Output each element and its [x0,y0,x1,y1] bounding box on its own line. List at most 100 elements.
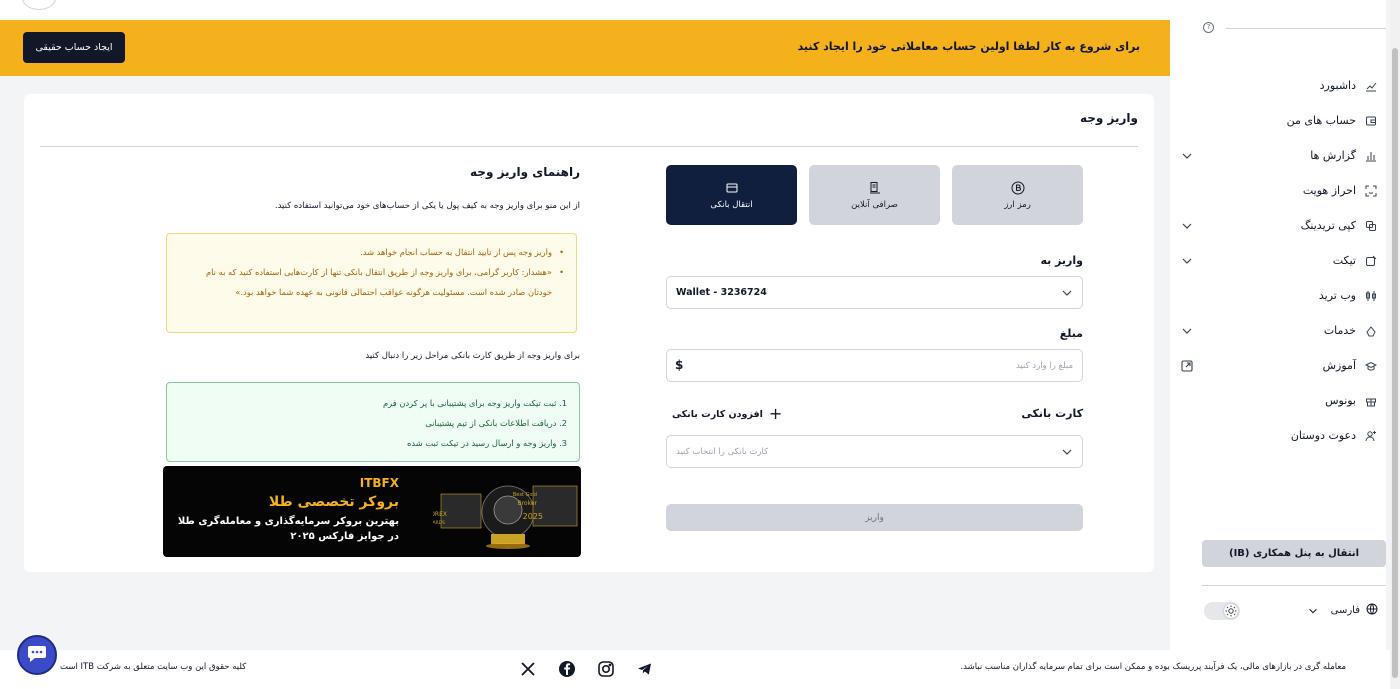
divider [1226,28,1386,29]
warning-box: واریز وجه پس از تایید انتقال به حساب انج… [166,233,577,333]
deposit-to-value: Wallet - 3236724 [676,287,767,298]
ib-panel-button[interactable]: انتقال به پنل همکاری (IB) [1202,540,1386,567]
sidebar-item-education[interactable]: آموزش [1170,348,1386,383]
add-bank-card-button[interactable]: + افزودن کارت بانکی [672,406,782,422]
x-icon[interactable] [519,660,537,678]
chevron-down-icon[interactable] [1180,149,1194,163]
footer-copyright: کلیه حقوق این وب سایت متعلق به شرکت ITB … [60,662,247,672]
promo-banner[interactable]: ITBFX بروکر تخصصی طلا بهترین بروکر سرمای… [163,466,581,557]
warning-item: واریز وجه پس از تایید انتقال به حساب انج… [181,242,564,262]
globe-icon [1366,603,1378,618]
add-bank-card-label: افزودن کارت بانکی [672,408,763,420]
chevron-down-icon [1060,286,1074,300]
chevron-down-icon [1307,605,1319,617]
avatar[interactable] [22,0,56,10]
bitcoin-icon [1011,181,1025,195]
sidebar-item-invite-friends[interactable]: دعوت دوستان [1170,418,1386,453]
sidebar-item-my-accounts[interactable]: حساب های من [1170,103,1386,138]
sidebar-item-services[interactable]: خدمات [1170,313,1386,348]
chevron-down-icon[interactable] [1180,254,1194,268]
dashboard-icon [1364,79,1378,93]
steps-intro: برای واریز وجه از طریق کارت بانکی مراحل … [365,351,580,361]
web-trade-icon [1364,289,1378,303]
footer: معامله گری در بازارهای مالی، یک فرآیند پ… [0,650,1390,689]
language-selector[interactable]: فارسی [1307,603,1378,618]
svg-text:Best Gold: Best Gold [513,492,537,498]
chat-support-button[interactable] [17,635,57,675]
banner-message: برای شروع به کار لطفا اولین حساب معاملات… [797,40,1140,53]
sidebar-item-label: گزارش ها [1310,149,1356,162]
services-icon [1364,324,1378,338]
page-title: واریز وجه [1079,111,1138,125]
sidebar-nav: داشبورد حساب های من گزارش ها احراز هویت … [1170,68,1386,453]
promo-brand: ITBFX [359,476,399,490]
method-tab-bank-transfer[interactable]: انتقال بانکی [666,165,797,225]
deposit-submit-button[interactable]: واریز [666,504,1083,531]
sidebar-item-dashboard[interactable]: داشبورد [1170,68,1386,103]
steps-box: 1. ثبت تیکت واریز وجه برای پشتیبانی با پ… [166,382,580,462]
logo [1246,0,1316,4]
step-item: 2. دریافت اطلاعات بانکی از تیم پشتیبانی [425,418,567,428]
sidebar-item-reports[interactable]: گزارش ها [1170,138,1386,173]
sidebar-item-web-trade[interactable]: وب ترید [1170,278,1386,313]
language-label: فارسی [1330,605,1360,616]
footer-disclaimer: معامله گری در بازارهای مالی، یک فرآیند پ… [960,662,1346,672]
theme-toggle[interactable] [1204,602,1240,620]
help-icon[interactable]: ? [1203,22,1214,33]
facebook-icon[interactable] [558,660,576,678]
scrollbar-thumb[interactable] [1392,48,1398,678]
bank-card-select[interactable]: کارت بانکی را انتخاب کنید [666,435,1083,468]
sidebar-item-ticket[interactable]: تیکت [1170,243,1386,278]
sidebar-item-copy-trading[interactable]: کپی تریدینگ [1170,208,1386,243]
sidebar-item-label: احراز هویت [1302,184,1356,197]
divider [1202,585,1386,586]
svg-text:2025: 2025 [523,512,543,521]
chevron-down-icon[interactable] [1180,219,1194,233]
telegram-icon[interactable] [636,660,654,678]
sidebar-item-label: خدمات [1323,324,1356,337]
warning-item: «هشدار: کاربر گرامی، برای واریز وجه از ط… [181,262,564,302]
step-item: 3. واریز وجه و ارسال رسید در تیکت ثبت شد… [407,438,567,448]
method-tab-crypto[interactable]: رمز ارز [952,165,1083,225]
deposit-to-select[interactable]: Wallet - 3236724 [666,276,1083,309]
external-link-icon[interactable] [1180,359,1194,373]
promo-line: بهترین بروکر سرمایه‌گذاری و معامله‌گری ط… [177,516,399,527]
sidebar-item-label: حساب های من [1286,114,1356,127]
plus-icon: + [768,404,783,423]
deposit-card: واریز وجه رمز ارز صرافی آنلاین انتقال با… [24,94,1154,572]
chevron-down-icon[interactable] [1180,324,1194,338]
chevron-down-icon [1060,445,1074,459]
amount-placeholder: مبلغ را وارد کنید [1015,361,1073,371]
face-scan-icon [1364,184,1378,198]
sidebar-item-label: کپی تریدینگ [1300,219,1356,232]
method-tab-online-exchange[interactable]: صرافی آنلاین [809,165,940,225]
divider [40,146,1138,147]
method-tab-label: انتقال بانکی [710,199,753,210]
wallet-icon [1364,114,1378,128]
card-icon [725,181,739,195]
sidebar-item-label: دعوت دوستان [1290,429,1356,442]
top-strip [0,0,1170,20]
sidebar-item-kyc[interactable]: احراز هویت [1170,173,1386,208]
method-tab-label: رمز ارز [1004,199,1031,210]
create-real-account-button[interactable]: ایجاد حساب حقیقی [23,32,125,63]
bank-card-placeholder: کارت بانکی را انتخاب کنید [676,447,769,457]
promo-line: در جوایز فارکس ۲۰۲۵ [290,531,399,542]
gift-icon [1364,394,1378,408]
graduation-icon [1364,359,1378,373]
amount-input[interactable]: مبلغ را وارد کنید $ [666,349,1083,382]
currency-symbol: $ [675,358,684,372]
sun-icon [1225,605,1237,617]
user-plus-icon [1364,429,1378,443]
deposit-to-label: واریز به [1040,254,1083,267]
ticket-icon [1364,254,1378,268]
sidebar-item-bonus[interactable]: بونوس [1170,383,1386,418]
scrollbar[interactable] [1390,0,1400,689]
bar-chart-icon [1364,149,1378,163]
amount-label: مبلغ [1059,327,1083,340]
svg-text:AWARDS: AWARDS [433,520,445,526]
sidebar-item-label: آموزش [1322,359,1356,372]
create-account-banner: برای شروع به کار لطفا اولین حساب معاملات… [0,20,1170,76]
guide-intro: از این منو برای واریز وجه به کیف پول یا … [274,201,580,211]
instagram-icon[interactable] [597,660,615,678]
